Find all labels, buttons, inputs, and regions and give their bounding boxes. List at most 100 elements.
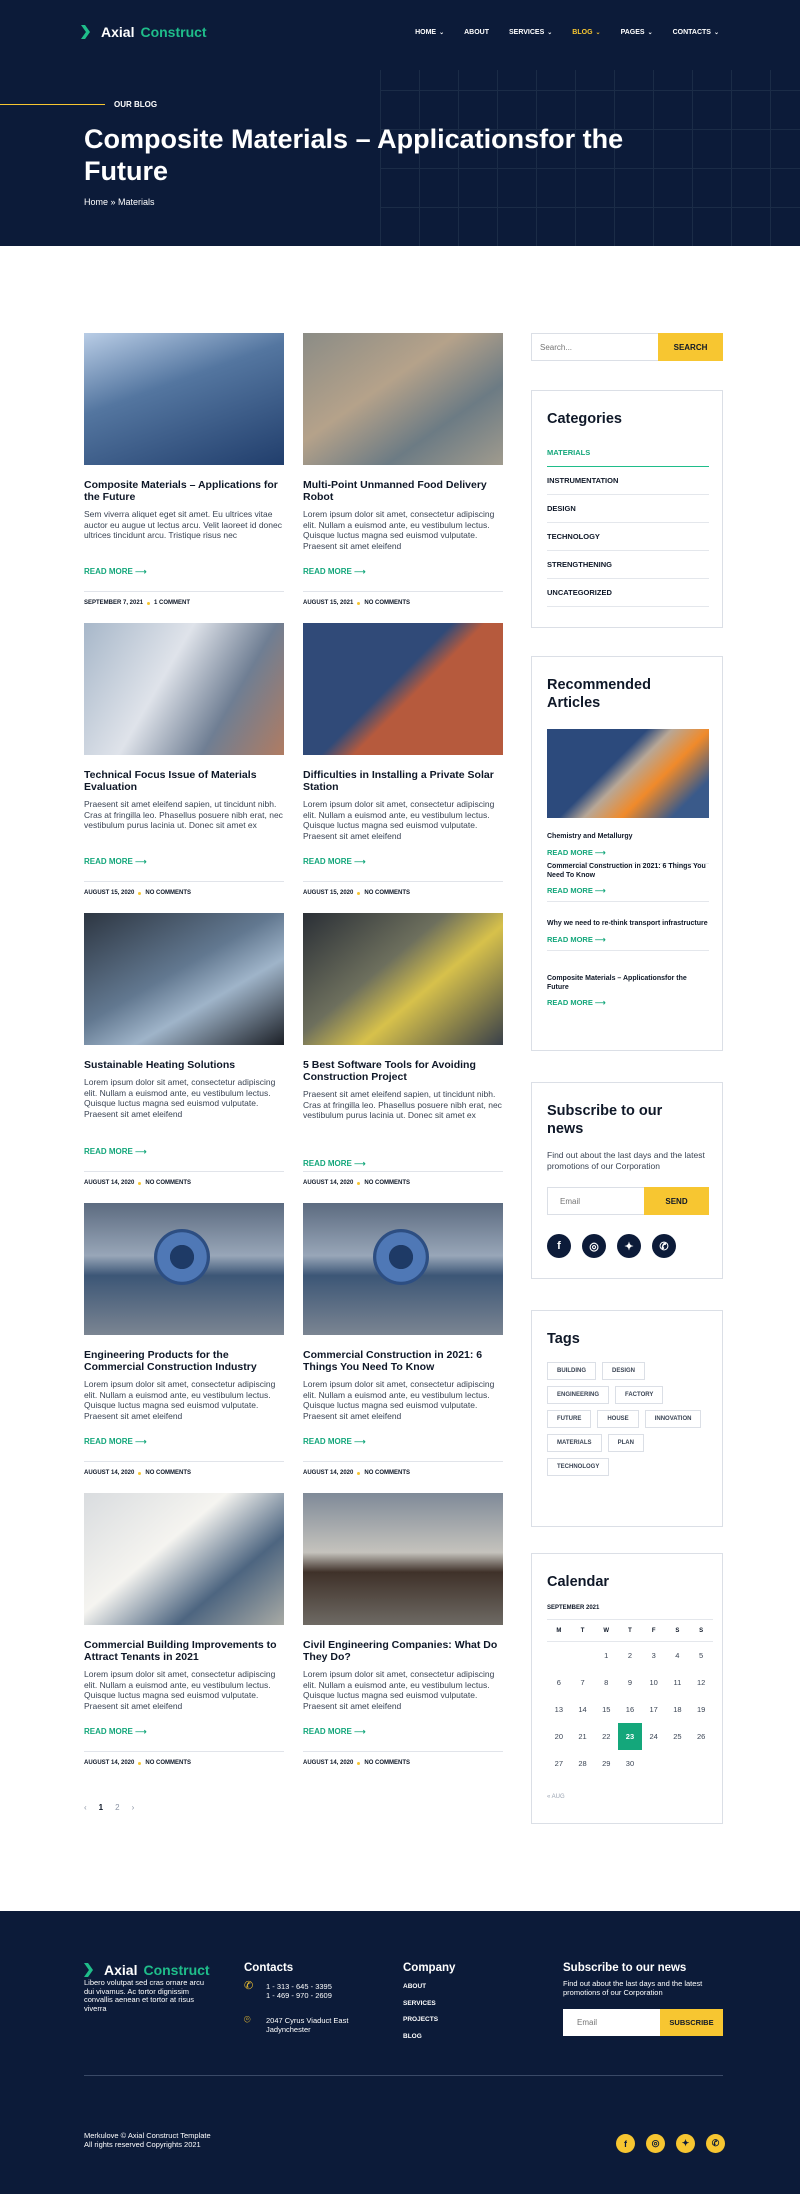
post-title[interactable]: Engineering Products for the Commercial … (84, 1349, 284, 1373)
footer-link-about[interactable]: ABOUT (403, 1979, 438, 1996)
tag-building[interactable]: BUILDING (547, 1362, 596, 1380)
calendar-day[interactable]: 27 (547, 1750, 571, 1777)
read-more-link[interactable]: READ MORE ⟶ (84, 857, 147, 866)
page-2-button[interactable]: 2 (115, 1803, 119, 1812)
post-image[interactable] (84, 1493, 284, 1625)
nav-item-home[interactable]: HOME ⌄ (415, 29, 444, 36)
calendar-day[interactable]: 3 (642, 1642, 666, 1669)
tag-innovation[interactable]: INNOVATION (644, 1410, 702, 1428)
read-more-link[interactable]: READ MORE ⟶ (84, 1437, 147, 1446)
post-title[interactable]: Sustainable Heating Solutions (84, 1059, 284, 1071)
post-image[interactable] (84, 913, 284, 1045)
facebook-icon[interactable]: f (616, 2134, 635, 2153)
post-comments[interactable]: NO COMMENTS (364, 890, 410, 896)
calendar-day[interactable]: 26 (689, 1723, 713, 1750)
calendar-day[interactable]: 25 (666, 1723, 690, 1750)
post-title[interactable]: 5 Best Software Tools for Avoiding Const… (303, 1059, 503, 1083)
tag-factory[interactable]: FACTORY (615, 1386, 664, 1404)
instagram-icon[interactable]: ◎ (582, 1234, 606, 1258)
calendar-day[interactable]: 14 (571, 1696, 595, 1723)
recommended-title-link[interactable]: Composite Materials – Applicationsfor th… (547, 975, 709, 992)
calendar-day[interactable]: 23 (618, 1722, 642, 1750)
footer-logo[interactable]: Axial Construct (84, 1962, 210, 1978)
calendar-day[interactable]: 13 (547, 1696, 571, 1723)
post-image[interactable] (303, 1493, 503, 1625)
read-more-link[interactable]: READ MORE ⟶ (547, 998, 709, 1007)
post-comments[interactable]: NO COMMENTS (145, 1180, 191, 1186)
category-technology[interactable]: TECHNOLOGY (547, 523, 709, 551)
calendar-day[interactable]: 7 (571, 1669, 595, 1696)
calendar-day[interactable]: 17 (642, 1696, 666, 1723)
tag-design[interactable]: DESIGN (602, 1362, 646, 1380)
calendar-day[interactable]: 29 (594, 1750, 618, 1777)
whatsapp-icon[interactable]: ✆ (706, 2134, 725, 2153)
calendar-day[interactable]: 9 (618, 1669, 642, 1696)
calendar-day[interactable]: 15 (594, 1696, 618, 1723)
read-more-link[interactable]: READ MORE ⟶ (303, 1159, 366, 1168)
post-title[interactable]: Commercial Building Improvements to Attr… (84, 1639, 284, 1663)
recommended-image[interactable] (547, 729, 709, 818)
site-logo[interactable]: Axial Construct (81, 24, 207, 40)
post-date[interactable]: AUGUST 14, 2020 (303, 1180, 353, 1186)
post-date[interactable]: AUGUST 14, 2020 (84, 1470, 134, 1476)
tag-plan[interactable]: PLAN (607, 1434, 644, 1452)
footer-link-services[interactable]: SERVICES (403, 1996, 438, 2013)
twitter-icon[interactable]: ✦ (617, 1234, 641, 1258)
calendar-day[interactable]: 24 (642, 1723, 666, 1750)
calendar-day[interactable]: 22 (594, 1723, 618, 1750)
post-title[interactable]: Civil Engineering Companies: What Do The… (303, 1639, 503, 1663)
calendar-day[interactable]: 4 (666, 1642, 690, 1669)
post-comments[interactable]: NO COMMENTS (364, 600, 410, 606)
post-image[interactable] (84, 1203, 284, 1335)
post-comments[interactable]: NO COMMENTS (145, 1470, 191, 1476)
post-date[interactable]: AUGUST 15, 2021 (303, 600, 353, 606)
post-date[interactable]: AUGUST 15, 2020 (303, 890, 353, 896)
read-more-link[interactable]: READ MORE ⟶ (303, 1437, 366, 1446)
calendar-day[interactable]: 12 (689, 1669, 713, 1696)
facebook-icon[interactable]: f (547, 1234, 571, 1258)
nav-item-services[interactable]: SERVICES ⌄ (509, 29, 552, 36)
calendar-day[interactable]: 8 (594, 1669, 618, 1696)
post-title[interactable]: Difficulties in Installing a Private Sol… (303, 769, 503, 793)
tag-technology[interactable]: TECHNOLOGY (547, 1458, 610, 1476)
send-button[interactable]: SEND (644, 1187, 709, 1215)
recommended-title-link[interactable]: Why we need to re-think transport infras… (547, 920, 709, 929)
post-date[interactable]: AUGUST 15, 2020 (84, 890, 134, 896)
read-more-link[interactable]: READ MORE ⟶ (84, 567, 147, 576)
post-date[interactable]: AUGUST 14, 2020 (303, 1760, 353, 1766)
post-date[interactable]: AUGUST 14, 2020 (303, 1470, 353, 1476)
calendar-day[interactable]: 30 (618, 1750, 642, 1777)
read-more-link[interactable]: READ MORE ⟶ (303, 857, 366, 866)
read-more-link[interactable]: READ MORE ⟶ (84, 1727, 147, 1736)
calendar-day[interactable]: 19 (689, 1696, 713, 1723)
calendar-day[interactable]: 6 (547, 1669, 571, 1696)
footer-email-field[interactable] (563, 2009, 660, 2036)
calendar-day[interactable]: 20 (547, 1723, 571, 1750)
calendar-day[interactable]: 10 (642, 1669, 666, 1696)
tag-materials[interactable]: MATERIALS (547, 1434, 602, 1452)
post-title[interactable]: Technical Focus Issue of Materials Evalu… (84, 769, 284, 793)
next-page-button[interactable]: › (132, 1803, 135, 1812)
post-title[interactable]: Multi-Point Unmanned Food Delivery Robot (303, 479, 503, 503)
post-image[interactable] (303, 623, 503, 755)
post-comments[interactable]: NO COMMENTS (145, 1760, 191, 1766)
post-date[interactable]: SEPTEMBER 7, 2021 (84, 600, 143, 606)
calendar-day[interactable]: 11 (666, 1669, 690, 1696)
breadcrumb[interactable]: Home » Materials (84, 197, 155, 207)
read-more-link[interactable]: READ MORE ⟶ (547, 935, 709, 944)
tag-house[interactable]: HOUSE (597, 1410, 639, 1428)
subscribe-button[interactable]: SUBSCRIBE (660, 2009, 723, 2036)
twitter-icon[interactable]: ✦ (676, 2134, 695, 2153)
calendar-day[interactable]: 5 (689, 1642, 713, 1669)
post-image[interactable] (303, 1203, 503, 1335)
whatsapp-icon[interactable]: ✆ (652, 1234, 676, 1258)
footer-link-projects[interactable]: PROJECTS (403, 2012, 438, 2029)
email-field[interactable] (547, 1187, 644, 1215)
post-title[interactable]: Commercial Construction in 2021: 6 Thing… (303, 1349, 503, 1373)
post-date[interactable]: AUGUST 14, 2020 (84, 1760, 134, 1766)
post-image[interactable] (84, 623, 284, 755)
post-date[interactable]: AUGUST 14, 2020 (84, 1180, 134, 1186)
category-instrumentation[interactable]: INSTRUMENTATION (547, 467, 709, 495)
tag-future[interactable]: FUTURE (547, 1410, 592, 1428)
footer-link-blog[interactable]: BLOG (403, 2029, 438, 2046)
